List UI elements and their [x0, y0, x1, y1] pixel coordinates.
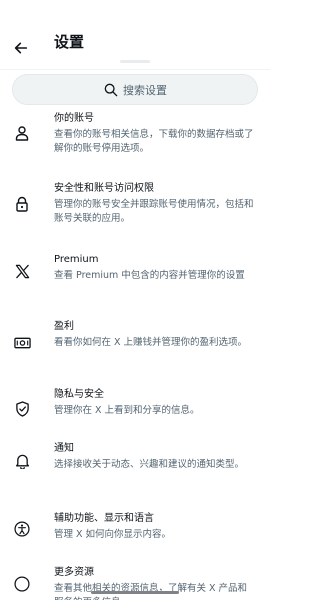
settings-item-security[interactable]: 安全性和账号访问权限 管理你的账号安全并跟踪账号使用情况，包括和账号关联的应用。 — [0, 182, 270, 253]
settings-item-your-account[interactable]: 你的账号 查看你的账号相关信息，下载你的数据存档或了解你的账号停用选项。 — [0, 112, 270, 182]
item-label: 隐私与安全 — [54, 389, 104, 400]
settings-item-accessibility[interactable]: 辅助功能、显示和语言 管理 X 如何向你显示内容。 — [0, 512, 270, 566]
scroll-ghost — [120, 60, 150, 63]
item-label: Premium — [54, 254, 99, 265]
settings-item-monetization[interactable]: 盈利 看看你如何在 X 上赚钱并管理你的盈利选项。 — [0, 320, 270, 388]
settings-item-notifications[interactable]: 通知 选择接收关于动态、兴趣和建议的通知类型。 — [0, 442, 270, 512]
item-desc: 选择接收关于动态、兴趣和建议的通知类型。 — [54, 459, 245, 470]
item-desc: 查看你的账号相关信息，下载你的数据存档或了解你的账号停用选项。 — [54, 129, 254, 154]
lock-icon — [12, 182, 32, 253]
item-label: 你的账号 — [54, 113, 94, 124]
home-indicator — [91, 591, 179, 594]
page-title: 设置 — [54, 33, 85, 51]
arrow-left-icon — [14, 42, 28, 54]
item-desc: 查看 Premium 中包含的内容并管理你的设置 — [54, 270, 245, 281]
item-label: 盈利 — [54, 321, 74, 332]
settings-item-premium[interactable]: Premium 查看 Premium 中包含的内容并管理你的设置 — [0, 253, 270, 320]
search-input[interactable]: 搜索设置 — [12, 74, 258, 105]
header-divider — [0, 69, 270, 70]
more-circle-icon — [12, 566, 32, 600]
item-label: 安全性和账号访问权限 — [54, 183, 154, 194]
top-bar: 设置 — [0, 0, 270, 70]
person-icon — [12, 112, 32, 182]
money-icon — [12, 320, 32, 388]
item-desc: 管理你在 X 上看到和分享的信息。 — [54, 405, 200, 416]
item-desc: 看看你如何在 X 上赚钱并管理你的盈利选项。 — [54, 337, 248, 348]
item-label: 辅助功能、显示和语言 — [54, 513, 154, 524]
accessibility-icon — [12, 512, 32, 566]
x-logo-icon — [12, 253, 32, 320]
item-desc: 管理你的账号安全并跟踪账号使用情况，包括和账号关联的应用。 — [54, 199, 254, 224]
settings-item-more-resources[interactable]: 更多资源 查看其他相关的资源信息，了解有关 X 产品和服务的更多信息。 — [0, 566, 270, 600]
item-label: 更多资源 — [54, 567, 94, 578]
settings-item-privacy[interactable]: 隐私与安全 管理你在 X 上看到和分享的信息。 — [0, 388, 270, 442]
search-icon — [104, 83, 118, 96]
shield-check-icon — [12, 388, 32, 442]
item-label: 通知 — [54, 443, 74, 454]
bell-icon — [12, 442, 32, 512]
search-placeholder: 搜索设置 — [123, 83, 167, 97]
item-desc: 管理 X 如何向你显示内容。 — [54, 529, 172, 540]
back-button[interactable] — [9, 36, 33, 60]
settings-list: 你的账号 查看你的账号相关信息，下载你的数据存档或了解你的账号停用选项。 安全性… — [0, 112, 270, 600]
